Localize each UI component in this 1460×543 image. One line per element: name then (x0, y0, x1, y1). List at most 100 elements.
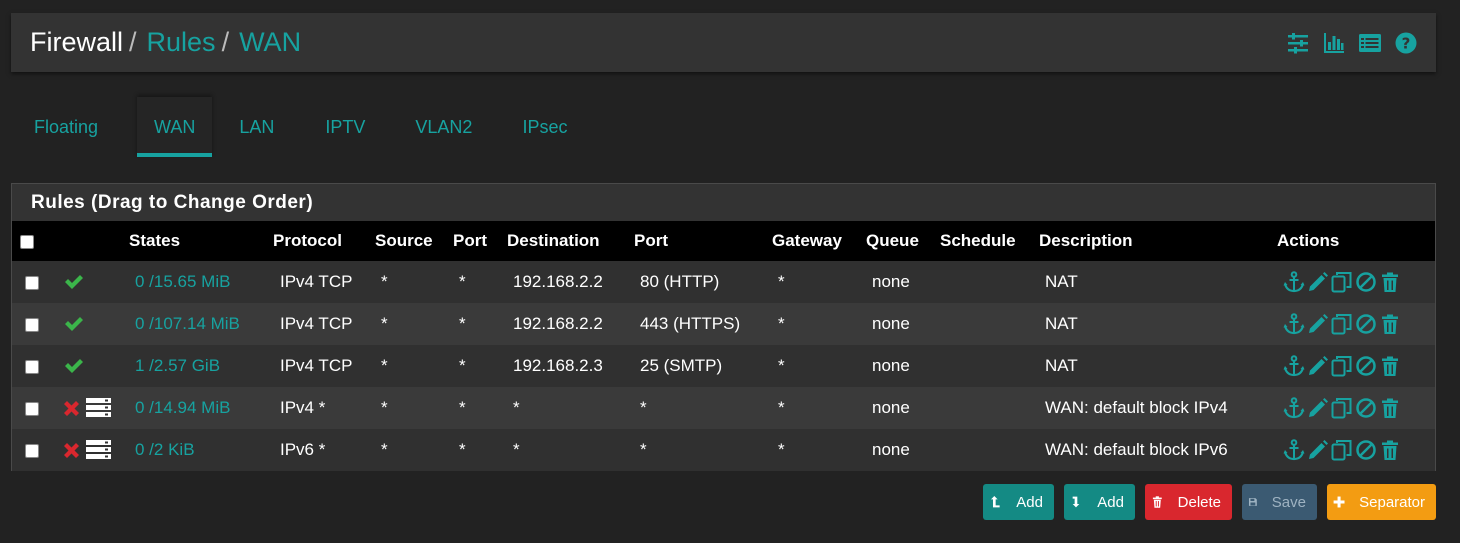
states-link[interactable]: 0 /15.65 MiB (135, 272, 230, 291)
arrow-down-icon (1072, 496, 1080, 508)
table-row[interactable]: 0 /107.14 MiB IPv4 TCP * * 192.168.2.2 443 (H… (12, 303, 1435, 345)
delete-label: Delete (1177, 493, 1221, 511)
table-row[interactable]: 1 /2.57 GiB IPv4 TCP * * 192.168.2.3 25 (SMTP… (12, 345, 1435, 387)
help-icon[interactable]: ? (1394, 31, 1418, 55)
copy-icon[interactable] (1331, 355, 1353, 377)
disable-icon[interactable] (1355, 397, 1377, 419)
trash-icon (1152, 496, 1162, 508)
row-select-checkbox[interactable] (25, 401, 39, 416)
row-select-checkbox[interactable] (25, 443, 39, 458)
rules-panel: Rules (Drag to Change Order) States Prot… (11, 183, 1436, 471)
trash-icon[interactable] (1379, 397, 1401, 419)
gateway-cell: * (778, 440, 785, 459)
delete-button[interactable]: Delete (1145, 484, 1232, 520)
breadcrumb-rules[interactable]: Rules (147, 27, 216, 58)
protocol-cell: IPv6 * (280, 440, 326, 459)
queue-cell: none (872, 272, 910, 291)
tab-ipsec[interactable]: IPsec (505, 97, 584, 157)
tab-wan[interactable]: WAN (137, 97, 213, 157)
table-header-row: States Protocol Source Port Destination … (12, 221, 1435, 261)
schedule-cell (940, 387, 1039, 429)
copy-icon[interactable] (1331, 397, 1353, 419)
disable-icon[interactable] (1355, 355, 1377, 377)
sliders-icon[interactable] (1286, 31, 1310, 55)
col-port: Port (453, 231, 487, 250)
gateway-cell: * (778, 356, 785, 375)
destination-cell: * (513, 440, 520, 459)
protocol-cell: IPv4 TCP (280, 356, 353, 375)
add-bottom-button[interactable]: Add (1064, 484, 1135, 520)
disable-icon[interactable] (1355, 439, 1377, 461)
table-row[interactable]: 0 /15.65 MiB IPv4 TCP * * 192.168.2.2 80 (HTT… (12, 261, 1435, 303)
trash-icon[interactable] (1379, 271, 1401, 293)
page-header: Firewall / Rules / WAN ? (11, 13, 1436, 72)
pencil-icon[interactable] (1307, 439, 1329, 461)
pencil-icon[interactable] (1307, 271, 1329, 293)
port-cell: * (459, 440, 466, 459)
destination-cell: 192.168.2.2 (513, 272, 603, 291)
anchor-icon[interactable] (1283, 397, 1305, 419)
row-actions (1283, 313, 1435, 335)
copy-icon[interactable] (1331, 271, 1353, 293)
check-icon (65, 275, 83, 289)
anchor-icon[interactable] (1283, 439, 1305, 461)
breadcrumb-firewall: Firewall (30, 27, 124, 57)
breadcrumb-wan[interactable]: WAN (239, 27, 301, 58)
row-actions (1283, 397, 1435, 419)
trash-icon[interactable] (1379, 355, 1401, 377)
pencil-icon[interactable] (1307, 355, 1329, 377)
dest-port-cell: 25 (SMTP) (640, 356, 723, 375)
dest-port-cell: 80 (HTTP) (640, 272, 720, 291)
dest-port-cell: * (640, 440, 647, 459)
block-icon (64, 400, 79, 416)
disable-icon[interactable] (1355, 313, 1377, 335)
col-states: States (129, 231, 181, 250)
states-link[interactable]: 1 /2.57 GiB (135, 356, 220, 375)
list-icon[interactable] (1358, 31, 1382, 55)
destination-cell: 192.168.2.3 (513, 356, 603, 375)
row-select-checkbox[interactable] (25, 359, 39, 374)
pencil-icon[interactable] (1307, 397, 1329, 419)
save-button[interactable]: Save (1242, 484, 1317, 520)
disable-icon[interactable] (1355, 271, 1377, 293)
description-cell: NAT (1045, 356, 1078, 375)
destination-cell: 192.168.2.2 (513, 314, 603, 333)
description-cell: NAT (1045, 272, 1078, 291)
arrow-up-icon (990, 496, 1000, 508)
copy-icon[interactable] (1331, 439, 1353, 461)
row-select-checkbox[interactable] (25, 317, 39, 332)
rule-status (63, 313, 126, 335)
table-row[interactable]: 0 /14.94 MiB IPv4 * * * * * * none WAN: default … (12, 387, 1435, 429)
states-link[interactable]: 0 /14.94 MiB (135, 398, 230, 417)
anchor-icon[interactable] (1283, 271, 1305, 293)
states-link[interactable]: 0 /2 KiB (135, 440, 195, 459)
bar-chart-icon[interactable] (1322, 31, 1346, 55)
tab-lan[interactable]: LAN (222, 97, 291, 157)
select-all-checkbox[interactable] (20, 234, 34, 249)
states-link[interactable]: 0 /107.14 MiB (135, 314, 240, 333)
row-actions (1283, 355, 1435, 377)
queue-cell: none (872, 356, 910, 375)
table-row[interactable]: 0 /2 KiB IPv6 * * * * * * none WAN: default bloc… (12, 429, 1435, 471)
source-cell: * (381, 440, 388, 459)
anchor-icon[interactable] (1283, 313, 1305, 335)
col-dest-port: Port (634, 231, 668, 250)
save-label: Save (1271, 493, 1306, 511)
trash-icon[interactable] (1379, 439, 1401, 461)
rule-status (63, 398, 126, 418)
source-cell: * (381, 356, 388, 375)
tab-iptv[interactable]: IPTV (308, 97, 382, 157)
tab-floating[interactable]: Floating (17, 97, 115, 157)
check-icon (65, 317, 83, 331)
add-top-button[interactable]: Add (983, 484, 1054, 520)
row-select-checkbox[interactable] (25, 275, 39, 290)
pencil-icon[interactable] (1307, 313, 1329, 335)
separator-button[interactable]: Separator (1327, 484, 1436, 520)
dest-port-cell: 443 (HTTPS) (640, 314, 741, 333)
trash-icon[interactable] (1379, 313, 1401, 335)
copy-icon[interactable] (1331, 313, 1353, 335)
destination-cell: * (513, 398, 520, 417)
anchor-icon[interactable] (1283, 355, 1305, 377)
tab-vlan2[interactable]: VLAN2 (398, 97, 489, 157)
description-cell: WAN: default block IPv4 (1045, 398, 1228, 417)
